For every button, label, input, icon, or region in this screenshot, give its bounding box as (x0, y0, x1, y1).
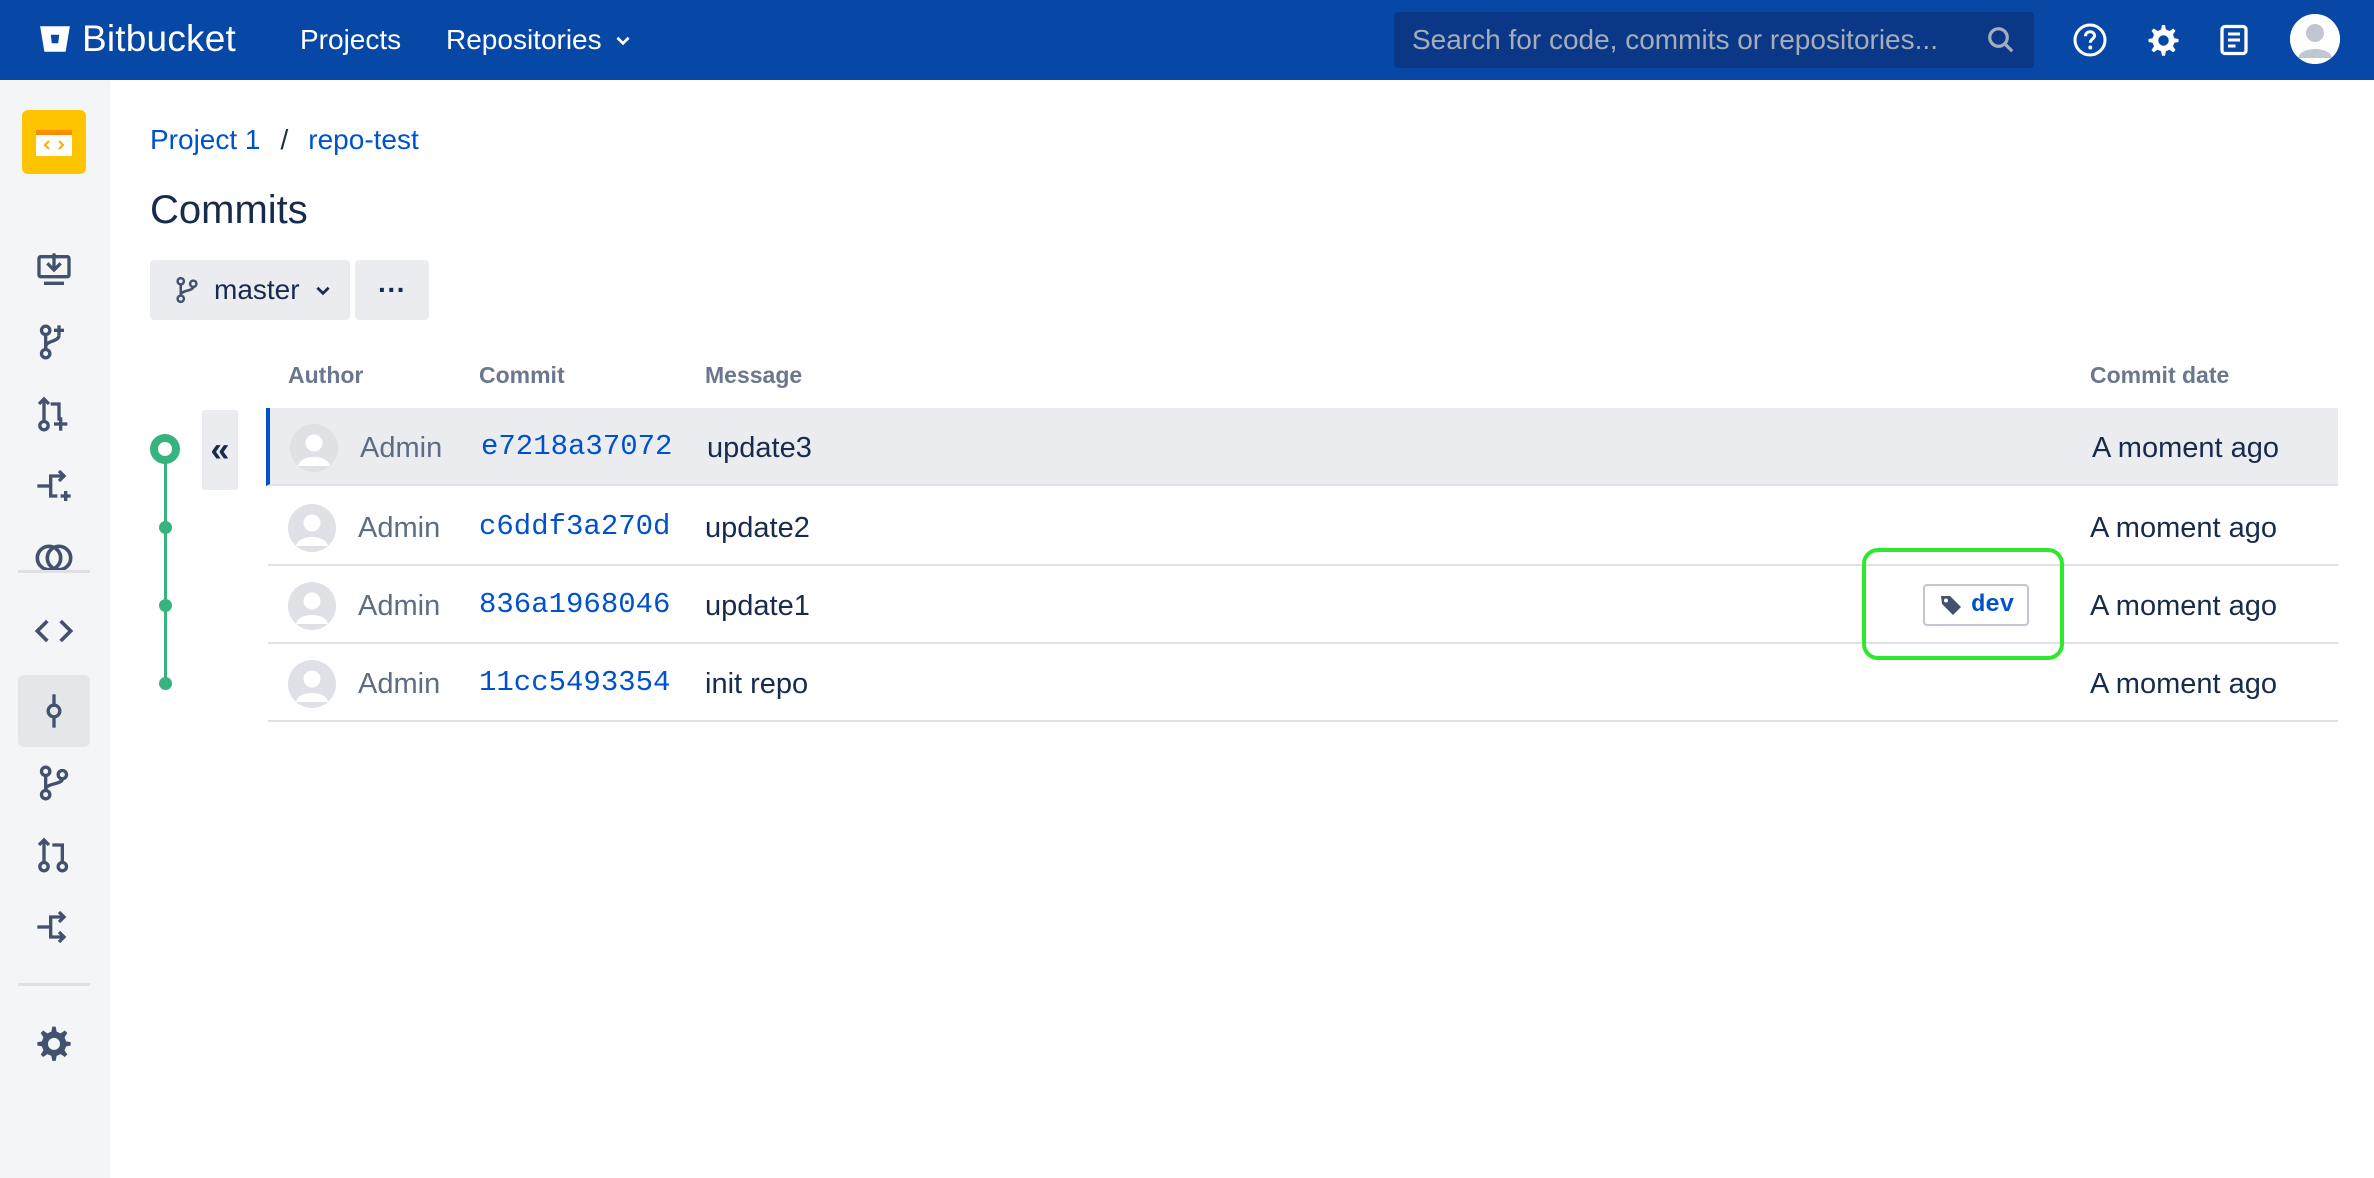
pull-requests-icon (37, 837, 69, 873)
folder-code-icon (36, 130, 72, 156)
commit-hash-link[interactable]: e7218a37072 (481, 430, 672, 463)
sidebar-fork[interactable] (18, 450, 90, 522)
commit-hash-link[interactable]: 11cc5493354 (479, 666, 670, 699)
project-avatar[interactable] (22, 110, 86, 174)
commit-graph-line (164, 448, 167, 684)
sidebar-clone[interactable] (18, 234, 90, 306)
commit-graph-node-head (150, 434, 180, 464)
author-avatar (288, 660, 336, 708)
sidebar-forks[interactable] (18, 891, 90, 963)
user-silhouette-icon (290, 424, 338, 472)
user-avatar[interactable] (2290, 14, 2340, 64)
breadcrumb: Project 1 / repo-test (150, 124, 419, 156)
create-branch-icon (39, 324, 64, 360)
breadcrumb-project-link[interactable]: Project 1 (150, 124, 261, 156)
commit-graph-node (159, 677, 172, 690)
help-icon[interactable] (2072, 22, 2108, 58)
create-pull-request-icon (37, 396, 68, 432)
search-icon[interactable] (1986, 25, 2016, 55)
commit-author: Admin (358, 668, 441, 700)
sidebar-divider (18, 983, 90, 986)
column-header-author: Author (288, 362, 364, 388)
sidebar-compare[interactable] (18, 522, 90, 594)
chevron-down-icon (315, 286, 330, 296)
author-avatar (288, 504, 336, 552)
sidebar-create-pull-request[interactable] (18, 378, 90, 450)
collapse-graph-button[interactable]: « (202, 410, 238, 490)
commit-hash-link[interactable]: 836a1968046 (479, 588, 670, 621)
chevron-down-icon (616, 36, 630, 46)
bitbucket-logo[interactable]: Bitbucket (38, 18, 236, 60)
more-actions-label: ··· (378, 274, 406, 305)
search-box[interactable] (1394, 12, 2034, 68)
clone-icon (37, 253, 71, 285)
settings-icon (37, 1026, 71, 1061)
branch-name: master (214, 274, 300, 305)
user-silhouette-icon (288, 504, 336, 552)
branch-selector-button[interactable]: master (150, 260, 350, 320)
nav-repositories-label: Repositories (446, 24, 602, 55)
commit-author: Admin (358, 590, 441, 622)
logo-text: Bitbucket (82, 18, 236, 59)
forks-icon (37, 910, 67, 944)
sidebar-pull-requests[interactable] (18, 819, 90, 891)
bitbucket-logo-icon (40, 26, 70, 52)
column-header-message: Message (705, 362, 803, 388)
nav-projects[interactable]: Projects (300, 24, 401, 56)
sidebar-settings[interactable] (18, 1009, 90, 1081)
commit-graph-node (159, 521, 172, 534)
tag-badge[interactable]: dev (1923, 584, 2029, 626)
commit-message: update1 (705, 590, 810, 622)
fork-icon (37, 469, 71, 501)
commit-message: init repo (705, 668, 809, 700)
user-silhouette-icon (288, 660, 336, 708)
commit-date: A moment ago (2090, 668, 2277, 700)
column-header-commit-date: Commit date (2090, 362, 2230, 388)
sidebar-commits[interactable] (18, 675, 90, 747)
top-navigation: Bitbucket Projects Repositories (0, 0, 2374, 80)
commit-message: update3 (707, 432, 812, 464)
breadcrumb-repo-link[interactable]: repo-test (308, 124, 419, 156)
user-silhouette-icon (288, 582, 336, 630)
sidebar-create-branch[interactable] (18, 306, 90, 378)
more-actions-button[interactable]: ··· (355, 260, 429, 320)
table-row[interactable]: Admin e7218a37072 update3 A moment ago (266, 408, 2338, 486)
search-input[interactable] (1412, 24, 1986, 56)
branch-icon (176, 276, 198, 304)
tag-label: dev (1971, 591, 2015, 619)
sidebar-source[interactable] (18, 595, 90, 667)
branches-icon (39, 765, 69, 801)
commit-author: Admin (360, 432, 443, 464)
nav-repositories[interactable]: Repositories (446, 24, 632, 56)
commit-hash-link[interactable]: c6ddf3a270d (479, 510, 670, 543)
commit-graph-node (159, 599, 172, 612)
notes-icon[interactable] (2216, 22, 2252, 58)
source-icon (34, 619, 74, 643)
tag-icon (1941, 596, 1961, 615)
commit-date: A moment ago (2090, 512, 2277, 544)
gear-icon[interactable] (2144, 22, 2180, 58)
commits-icon (46, 694, 62, 728)
sidebar-branches[interactable] (18, 747, 90, 819)
commit-author: Admin (358, 512, 441, 544)
nav-projects-label: Projects (300, 24, 402, 55)
author-avatar (288, 582, 336, 630)
commit-date: A moment ago (2092, 432, 2279, 464)
page-title: Commits (150, 188, 308, 232)
user-silhouette-icon (2290, 14, 2340, 64)
column-header-commit: Commit (479, 362, 565, 388)
author-avatar (290, 424, 338, 472)
sidebar (0, 80, 110, 1178)
sidebar-divider (18, 570, 90, 573)
breadcrumb-separator: / (280, 124, 289, 155)
commit-date: A moment ago (2090, 590, 2277, 622)
commit-message: update2 (705, 512, 810, 544)
double-chevron-left-icon: « (210, 430, 230, 469)
